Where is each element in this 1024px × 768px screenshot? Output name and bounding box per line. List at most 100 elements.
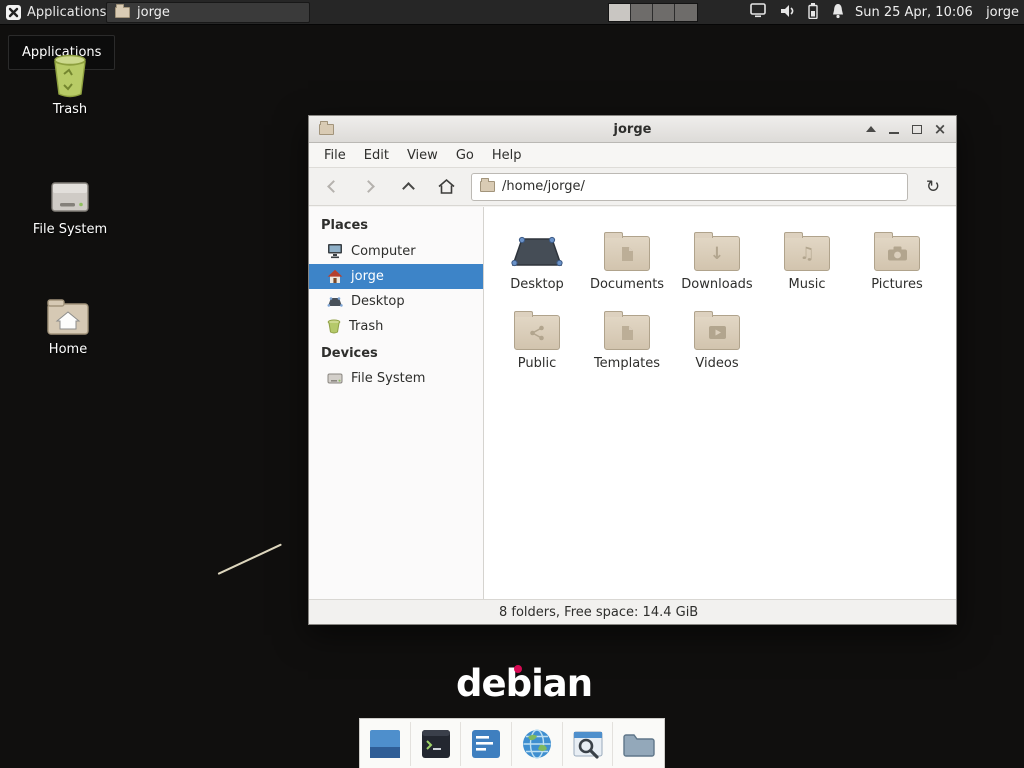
menu-view[interactable]: View (398, 145, 447, 166)
dock-terminal-button[interactable] (411, 722, 462, 766)
back-button[interactable] (319, 174, 345, 200)
computer-icon (327, 243, 343, 259)
shade-button[interactable] (865, 123, 877, 135)
template-watermark-icon (605, 316, 649, 349)
menu-help[interactable]: Help (483, 145, 531, 166)
desktop-icon-home[interactable]: Home (22, 292, 114, 357)
panel-username[interactable]: jorge (986, 0, 1019, 25)
menu-go[interactable]: Go (447, 145, 483, 166)
folder-label: Pictures (852, 277, 942, 292)
sidebar-item-desktop[interactable]: Desktop (309, 289, 483, 314)
reload-button[interactable]: ↻ (920, 174, 946, 200)
folder-label: Desktop (492, 277, 582, 292)
desktop-icon-label: Home (22, 342, 114, 357)
taskbar-window-label: jorge (137, 5, 170, 20)
desktop-icon-trash[interactable]: Trash (24, 52, 116, 117)
sidebar-item-trash[interactable]: Trash (309, 314, 483, 339)
drive-icon (24, 172, 116, 218)
dock-file-manager-button[interactable] (613, 722, 664, 766)
document-watermark-icon (605, 237, 649, 270)
folder-label: Public (492, 356, 582, 371)
drive-icon (327, 372, 343, 385)
desktop-surface-icon (327, 295, 343, 309)
dock-app-finder-button[interactable] (563, 722, 614, 766)
location-input[interactable] (502, 179, 899, 194)
camera-icon (875, 237, 919, 270)
forward-icon (362, 180, 375, 193)
share-icon (515, 316, 559, 349)
folder-icon: ♫ (784, 236, 830, 271)
home-button[interactable] (433, 174, 459, 200)
folder-item-desktop[interactable]: Desktop (492, 223, 582, 292)
sidebar-item-computer[interactable]: Computer (309, 238, 483, 264)
up-button[interactable] (395, 174, 421, 200)
home-folder-icon (22, 292, 114, 338)
dock-panel-settings-button[interactable] (461, 722, 512, 766)
video-icon (695, 316, 739, 349)
close-button[interactable]: × (934, 123, 946, 135)
folder-item-pictures[interactable]: Pictures (852, 223, 942, 292)
desktop-thumbnail-icon (368, 728, 402, 760)
statusbar-text: 8 folders, Free space: 14.4 GiB (499, 605, 698, 620)
folder-label: Videos (672, 356, 762, 371)
forward-button[interactable] (357, 174, 383, 200)
folder-item-templates[interactable]: Templates (582, 302, 672, 371)
workspace-3[interactable] (653, 4, 675, 21)
sidebar-item-label: File System (351, 371, 425, 386)
sidebar-item-filesystem[interactable]: File System (309, 366, 483, 391)
menu-file[interactable]: File (315, 145, 355, 166)
applications-menu-button[interactable]: Applications (0, 0, 116, 24)
sidebar-item-label: Desktop (351, 294, 405, 309)
list-panel-icon (469, 727, 503, 761)
xfce-logo-icon (6, 5, 21, 20)
folder-icon (604, 315, 650, 350)
folder-item-public[interactable]: Public (492, 302, 582, 371)
folder-icon (115, 7, 130, 18)
notifications-bell-icon[interactable] (831, 3, 845, 23)
folder-icon: ↓ (694, 236, 740, 271)
statusbar: 8 folders, Free space: 14.4 GiB (309, 599, 956, 624)
location-bar[interactable] (471, 173, 908, 201)
dock-web-browser-button[interactable] (512, 722, 563, 766)
sidebar: Places Computer jorge Desktop Trash (309, 207, 484, 599)
panel-clock[interactable]: Sun 25 Apr, 10:06 (855, 0, 973, 25)
menubar: File Edit View Go Help (309, 143, 956, 168)
dock-show-desktop-button[interactable] (360, 722, 411, 766)
top-panel: Applications jorge (0, 0, 1024, 25)
reload-icon: ↻ (926, 177, 940, 197)
music-note-icon: ♫ (785, 237, 829, 270)
folder-item-videos[interactable]: Videos (672, 302, 762, 371)
folder-item-documents[interactable]: Documents (582, 223, 672, 292)
download-arrow-icon: ↓ (695, 237, 739, 270)
power-manager-icon[interactable] (808, 3, 818, 23)
toolbar: ↻ (309, 168, 956, 206)
sidebar-item-label: jorge (351, 269, 384, 284)
home-icon (327, 269, 343, 284)
display-settings-tray-icon[interactable] (750, 3, 766, 22)
folder-item-downloads[interactable]: ↓ Downloads (672, 223, 762, 292)
folder-icon (604, 236, 650, 271)
folder-icon (480, 181, 495, 192)
taskbar-window-button[interactable]: jorge (106, 2, 310, 23)
sidebar-item-label: Trash (349, 319, 383, 334)
workspace-1[interactable] (609, 4, 631, 21)
sidebar-item-jorge[interactable]: jorge (309, 264, 483, 289)
workspace-switcher[interactable] (608, 3, 698, 22)
window-titlebar[interactable]: jorge × (309, 116, 956, 143)
window-title: jorge (309, 122, 956, 137)
workspace-4[interactable] (675, 4, 697, 21)
menu-edit[interactable]: Edit (355, 145, 398, 166)
maximize-button[interactable] (911, 123, 923, 135)
home-icon (437, 178, 456, 195)
magnifier-icon (571, 727, 605, 761)
desktop-icon-filesystem[interactable]: File System (24, 172, 116, 237)
debian-logo-text: debian (456, 662, 592, 705)
places-header: Places (309, 211, 483, 238)
sidebar-item-label: Computer (351, 244, 416, 259)
minimize-button[interactable] (888, 123, 900, 135)
volume-icon[interactable] (779, 3, 795, 23)
trash-icon (24, 52, 116, 98)
folder-item-music[interactable]: ♫ Music (762, 223, 852, 292)
workspace-2[interactable] (631, 4, 653, 21)
system-tray (750, 0, 845, 25)
